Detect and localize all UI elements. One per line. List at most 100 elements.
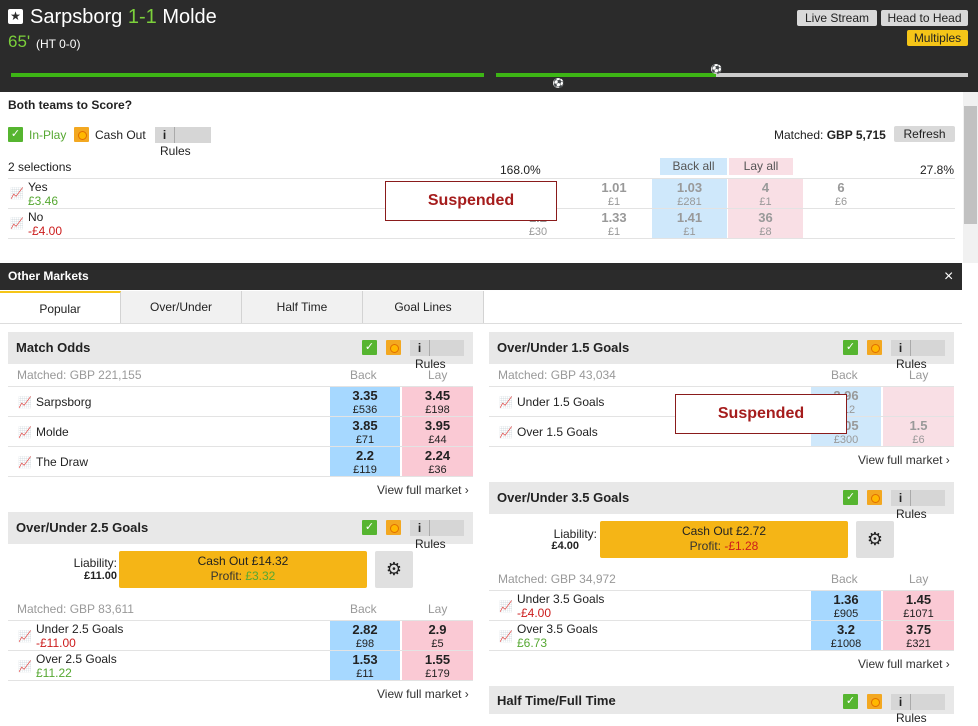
cashout-icon — [74, 127, 89, 142]
view-full-market-link[interactable]: View full market › — [377, 483, 469, 497]
lay-price[interactable] — [883, 387, 954, 416]
rules-button[interactable]: iRules — [891, 694, 945, 725]
matched-amount: Matched: GBP 83,611 — [17, 602, 134, 616]
lay-price[interactable]: 3.95 £44 — [402, 417, 473, 446]
runner-name: Over 3.5 Goals — [517, 622, 598, 636]
cashout-button[interactable]: Cash Out £14.32 Profit: £3.32 — [119, 551, 367, 588]
tab-goal-lines[interactable]: Goal Lines — [363, 291, 484, 324]
sliders-icon[interactable]: ⚙ — [856, 521, 894, 558]
chart-icon[interactable]: 📈 — [10, 217, 24, 230]
lay-price-1[interactable]: 36 £8 — [728, 209, 803, 238]
chart-icon[interactable]: 📈 — [18, 660, 32, 673]
info-icon: i — [410, 520, 430, 536]
back-price[interactable]: 3.35 £536 — [330, 387, 400, 416]
live-stream-button[interactable]: Live Stream — [797, 10, 877, 26]
back-price[interactable]: 2.2 £119 — [330, 447, 400, 476]
back-price[interactable]: 2.82 £98 — [330, 621, 400, 650]
rules-button[interactable]: iRules — [891, 340, 945, 371]
back-price-2[interactable]: 1.01 £1 — [577, 179, 651, 209]
second-half-remaining — [716, 73, 968, 77]
chart-icon[interactable]: 📈 — [18, 426, 32, 439]
lay-price[interactable]: 1.5 £6 — [883, 417, 954, 446]
runner-name: Yes — [28, 180, 48, 194]
back-price[interactable]: 3.85 £71 — [330, 417, 400, 446]
market-title[interactable]: Match Odds — [8, 332, 473, 364]
cashout-button[interactable]: Cash Out £2.72 Profit: -£1.28 — [600, 521, 848, 558]
head-to-head-button[interactable]: Head to Head — [881, 10, 968, 26]
rules-button[interactable]: iRules — [410, 520, 464, 551]
liability-label: Liability: — [73, 556, 117, 570]
lay-price[interactable]: 1.55 £179 — [402, 651, 473, 680]
rules-label: Rules — [160, 144, 191, 158]
suspended-overlay: Suspended — [675, 394, 847, 434]
check-icon: ✓ — [362, 520, 377, 535]
chart-icon[interactable]: 📈 — [499, 630, 513, 643]
runner-name: Under 2.5 Goals — [36, 622, 124, 636]
star-icon[interactable]: ★ — [8, 9, 23, 24]
chart-icon[interactable]: 📈 — [499, 396, 513, 409]
chart-icon[interactable]: 📈 — [18, 630, 32, 643]
liability-label: Liability: — [553, 527, 597, 541]
chart-icon[interactable]: 📈 — [10, 187, 24, 200]
lay-header: Lay — [909, 368, 929, 382]
chart-icon[interactable]: 📈 — [18, 456, 32, 469]
back-price-1[interactable]: 1.41 £1 — [652, 209, 727, 238]
rules-button[interactable]: iRules — [155, 127, 211, 158]
market-title[interactable]: Over/Under 2.5 Goals — [8, 512, 473, 544]
cashout-label: Cash Out — [95, 128, 146, 142]
lay-price[interactable]: 3.45 £198 — [402, 387, 473, 416]
scrollbar-thumb[interactable] — [964, 106, 977, 224]
market-title[interactable]: Over/Under 3.5 Goals — [489, 482, 954, 514]
check-icon: ✓ — [843, 490, 858, 505]
lay-price[interactable]: 1.45 £1071 — [883, 591, 954, 620]
runner-pl: -£4.00 — [28, 224, 63, 238]
market-title[interactable]: Half Time/Full Time — [489, 686, 954, 714]
other-markets-header: Other Markets — [0, 263, 962, 290]
matched-value: GBP 5,715 — [826, 128, 886, 142]
back-price[interactable]: 1.53 £11 — [330, 651, 400, 680]
back-price-1[interactable]: 1.03 £281 — [652, 179, 727, 208]
first-half-timeline — [11, 73, 484, 77]
chart-icon[interactable]: 📈 — [499, 426, 513, 439]
view-full-market-link[interactable]: View full market › — [858, 657, 950, 671]
close-icon[interactable]: × — [944, 268, 953, 286]
tab-over-under[interactable]: Over/Under — [121, 291, 242, 324]
back-price[interactable]: 1.36 £905 — [811, 591, 881, 620]
rules-button[interactable]: iRules — [891, 490, 945, 521]
match-title: Sarpsborg 1-1 Molde — [30, 6, 217, 29]
info-icon: i — [891, 490, 911, 506]
chart-icon[interactable]: 📈 — [499, 600, 513, 613]
runner-name: Under 1.5 Goals — [517, 395, 605, 409]
rules-button[interactable]: iRules — [410, 340, 464, 371]
market-title[interactable]: Over/Under 1.5 Goals — [489, 332, 954, 364]
refresh-button[interactable]: Refresh — [894, 126, 955, 142]
runner-name: Over 2.5 Goals — [36, 652, 117, 666]
selections-count: 2 selections — [8, 160, 72, 174]
cashout-icon — [386, 520, 401, 535]
back-price-2[interactable]: 1.33 £1 — [577, 209, 651, 239]
multiples-button[interactable]: Multiples — [907, 30, 968, 46]
check-icon: ✓ — [843, 694, 858, 709]
back-header: Back — [831, 572, 858, 586]
tab-popular[interactable]: Popular — [0, 291, 121, 324]
check-icon: ✓ — [8, 127, 23, 142]
runner-pl: £6.73 — [517, 636, 548, 650]
runner-name: Molde — [36, 425, 69, 439]
runner-name: Under 3.5 Goals — [517, 592, 605, 606]
lay-price[interactable]: 3.75 £321 — [883, 621, 954, 650]
view-full-market-link[interactable]: View full market › — [858, 453, 950, 467]
matched-amount: Matched: GBP 43,034 — [498, 368, 616, 382]
lay-all-button[interactable]: Lay all — [729, 158, 793, 175]
lay-price-1[interactable]: 4 £1 — [728, 179, 803, 208]
lay-price[interactable]: 2.9 £5 — [402, 621, 473, 650]
lay-price-2[interactable]: 6 £6 — [804, 179, 878, 209]
lay-price-2[interactable] — [804, 209, 878, 238]
sliders-icon[interactable]: ⚙ — [375, 551, 413, 588]
back-price[interactable]: 3.2 £1008 — [811, 621, 881, 650]
view-full-market-link[interactable]: View full market › — [377, 687, 469, 701]
tab-half-time[interactable]: Half Time — [242, 291, 363, 324]
info-icon: i — [891, 694, 911, 710]
lay-price[interactable]: 2.24 £36 — [402, 447, 473, 476]
chart-icon[interactable]: 📈 — [18, 396, 32, 409]
back-all-button[interactable]: Back all — [660, 158, 727, 175]
